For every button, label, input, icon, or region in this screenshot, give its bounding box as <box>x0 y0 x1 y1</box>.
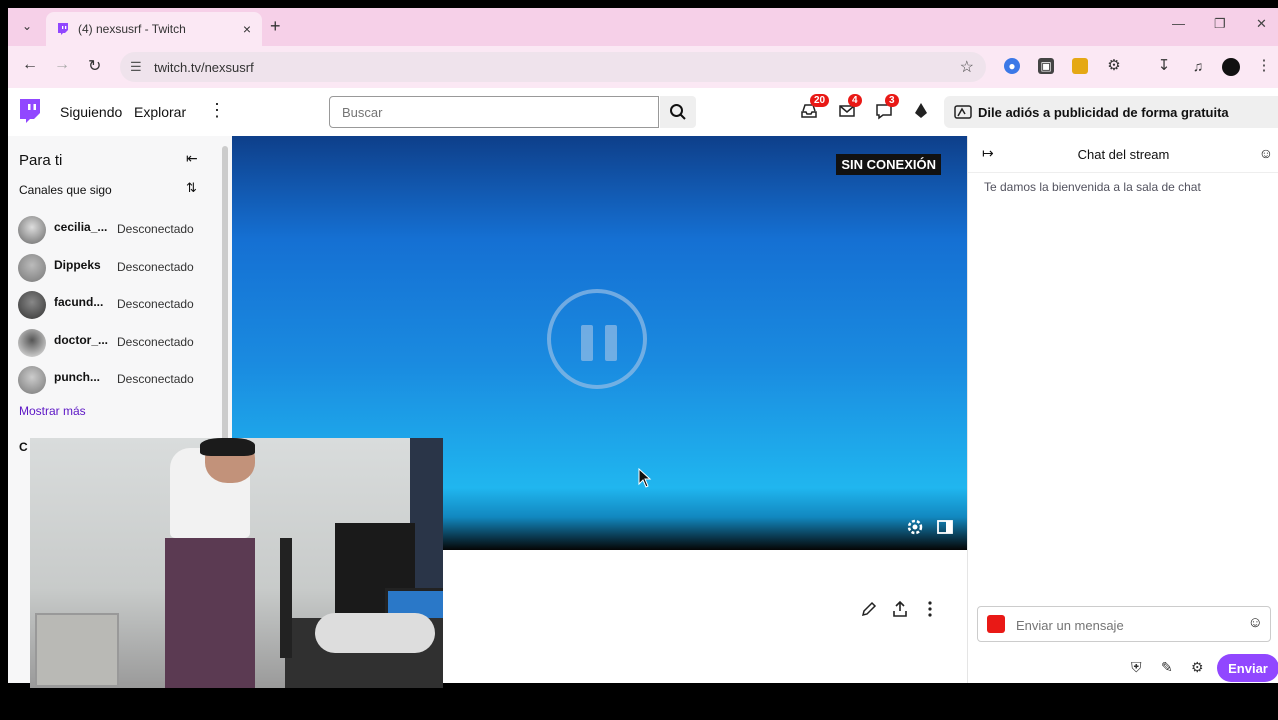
messages-button[interactable]: 4 <box>838 94 862 122</box>
player-settings-icon[interactable] <box>906 518 924 536</box>
channel-avatar <box>18 291 46 319</box>
tab-strip: ⌄ (4) nexsusrf - Twitch × + — ❐ ✕ <box>8 8 1278 46</box>
channel-status: Desconectado <box>117 297 194 311</box>
browser-tab[interactable]: (4) nexsusrf - Twitch × <box>46 12 262 46</box>
tab-title: (4) nexsusrf - Twitch <box>78 22 186 36</box>
inbox-badge: 20 <box>810 94 830 107</box>
chat-input[interactable] <box>1014 613 1248 637</box>
extensions-puzzle-icon[interactable]: ⚙ <box>1106 58 1122 74</box>
sidebar-heading: Para ti <box>19 152 63 169</box>
more-options-icon[interactable]: ⋮ <box>208 100 226 121</box>
chat-title: Chat del stream <box>1077 147 1170 162</box>
url-text: twitch.tv/nexsusrf <box>154 60 254 75</box>
new-tab-icon[interactable]: + <box>270 16 281 37</box>
channel-avatar <box>18 329 46 357</box>
channel-status: Desconectado <box>117 222 194 236</box>
ad-free-icon <box>954 105 972 119</box>
channel-name: doctor_... <box>54 333 109 347</box>
search-button[interactable] <box>660 96 696 128</box>
chat-welcome-message: Te damos la bienvenida a la sala de chat <box>984 180 1201 194</box>
community-icon[interactable]: ☺ <box>1259 145 1273 161</box>
chat-header: ↦ Chat del stream ☺ <box>968 136 1278 173</box>
sidebar-channel-item[interactable]: cecilia_... Desconectado <box>18 214 228 244</box>
channel-name: Dippeks <box>54 258 101 272</box>
twitch-top-nav: Siguiendo Explorar ⋮ 20 4 3 Dile adiós a… <box>8 88 1278 137</box>
pin-icon[interactable]: ✎ <box>1161 659 1173 676</box>
address-bar[interactable]: ☰ twitch.tv/nexsusrf ☆ <box>120 52 986 82</box>
reload-icon[interactable]: ↻ <box>88 56 101 76</box>
back-icon[interactable]: ← <box>22 56 38 74</box>
promo-text: Dile adiós a publicidad de forma gratuit… <box>978 104 1229 120</box>
offline-badge: SIN CONEXIÓN <box>836 154 941 175</box>
channel-points-icon[interactable] <box>987 615 1005 633</box>
media-control-icon[interactable]: ♫ <box>1190 58 1206 74</box>
channel-avatar <box>18 366 46 394</box>
browser-menu-icon[interactable]: ⋮ <box>1256 58 1272 74</box>
search-box <box>329 96 659 128</box>
following-link[interactable]: Siguiendo <box>60 104 122 120</box>
sidebar-channel-item[interactable]: Dippeks Desconectado <box>18 252 228 282</box>
channel-status: Desconectado <box>117 372 194 386</box>
chat-input-box: ☺ <box>977 606 1271 642</box>
bits-diamond-icon <box>915 103 927 118</box>
chat-panel: ↦ Chat del stream ☺ Te damos la bienveni… <box>967 136 1278 683</box>
edit-pencil-icon[interactable] <box>860 600 878 618</box>
show-more-link[interactable]: Mostrar más <box>19 404 86 418</box>
minimize-icon[interactable]: — <box>1172 16 1185 31</box>
forward-icon[interactable]: → <box>54 56 70 74</box>
mod-shield-icon[interactable]: ⛨ <box>1131 659 1142 676</box>
recommended-heading: C <box>19 440 28 454</box>
emoji-icon[interactable]: ☺ <box>1248 614 1263 631</box>
sidebar-scrollbar[interactable] <box>222 146 228 446</box>
collapse-sidebar-icon[interactable]: ⇤ <box>186 150 198 167</box>
extension-yellow-icon[interactable] <box>1072 58 1088 74</box>
channel-name: cecilia_... <box>54 220 108 234</box>
share-icon[interactable] <box>891 600 909 618</box>
channel-avatar <box>18 216 46 244</box>
sidebar-channel-item[interactable]: punch... Desconectado <box>18 364 228 394</box>
messages-badge: 4 <box>848 94 862 107</box>
turbo-promo-button[interactable]: Dile adiós a publicidad de forma gratuit… <box>944 96 1278 128</box>
search-icon <box>670 104 686 120</box>
extension-blue-icon[interactable]: ● <box>1004 58 1020 74</box>
theatre-mode-icon[interactable] <box>936 518 954 536</box>
chat-settings-icon[interactable]: ⚙ <box>1191 659 1204 676</box>
sidebar-channel-item[interactable]: facund... Desconectado <box>18 289 228 319</box>
browser-toolbar: ← → ↻ ☰ twitch.tv/nexsusrf ☆ ● ▣ ⚙ ↧ ♫ ⋮ <box>8 46 1278 88</box>
more-options-icon[interactable] <box>921 600 939 618</box>
tab-search-icon[interactable]: ⌄ <box>16 15 38 37</box>
restore-icon[interactable]: ❐ <box>1214 16 1226 32</box>
explore-link[interactable]: Explorar <box>134 104 186 120</box>
notifications-badge: 3 <box>885 94 899 107</box>
sort-icon[interactable]: ⇅ <box>186 180 197 196</box>
close-window-icon[interactable]: ✕ <box>1256 16 1267 32</box>
inbox-button[interactable]: 20 <box>800 94 830 122</box>
mouse-cursor-icon <box>638 468 652 488</box>
bookmark-star-icon[interactable]: ☆ <box>960 57 974 77</box>
pause-icon[interactable] <box>547 289 647 389</box>
followed-channels-heading: Canales que sigo <box>19 183 112 197</box>
close-tab-icon[interactable]: × <box>238 21 256 37</box>
download-icon[interactable]: ↧ <box>1156 58 1172 74</box>
channel-avatar <box>18 254 46 282</box>
profile-avatar[interactable] <box>1222 58 1240 76</box>
bits-button[interactable] <box>913 102 933 122</box>
channel-status: Desconectado <box>117 260 194 274</box>
notifications-button[interactable]: 3 <box>875 94 899 122</box>
channel-name: facund... <box>54 295 104 309</box>
site-info-icon[interactable]: ☰ <box>130 59 142 75</box>
channel-status: Desconectado <box>117 335 194 349</box>
extension-screen-icon[interactable]: ▣ <box>1038 58 1054 74</box>
webcam-overlay <box>30 438 443 688</box>
twitch-logo-icon[interactable] <box>18 98 42 124</box>
twitch-favicon-icon <box>58 23 68 35</box>
send-chat-button[interactable]: Enviar <box>1217 654 1278 682</box>
channel-name: punch... <box>54 370 100 384</box>
sidebar-channel-item[interactable]: doctor_... Desconectado <box>18 327 228 357</box>
search-input[interactable] <box>340 97 644 127</box>
